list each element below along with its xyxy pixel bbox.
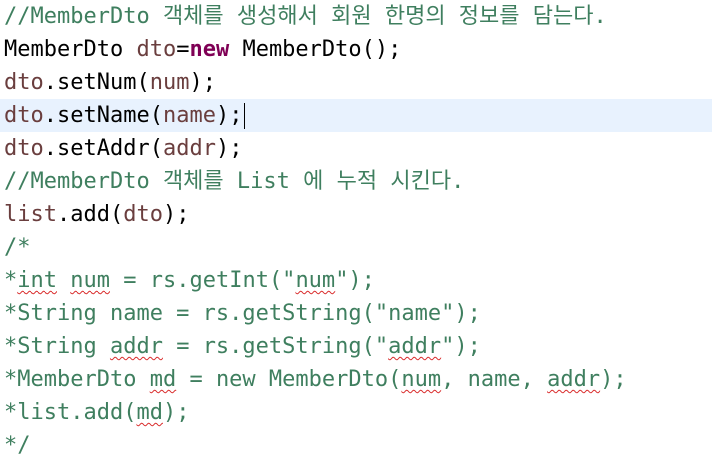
variable: list [4, 202, 57, 227]
comment: /* [4, 235, 31, 260]
code-line-9: *int num = rs.getInt("num"); [0, 264, 712, 297]
code-line-13: *list.add(md); [0, 396, 712, 429]
comment: //MemberDto 객체를 생성해서 회원 한명의 정보를 담는다. [4, 4, 607, 29]
operator: = [176, 37, 190, 62]
variable: addr [162, 136, 216, 161]
spelling-flagged-word: addr [547, 367, 601, 392]
comment: = new MemberDto( [176, 367, 402, 392]
comment: * [4, 268, 18, 293]
spelling-flagged-word: num [295, 268, 336, 293]
method-call: .setName( [43, 103, 163, 128]
comment: = rs.getInt(" [110, 268, 296, 293]
method-call: .setAddr( [43, 136, 163, 161]
comment: *String [4, 334, 110, 359]
method-call: .setNum( [43, 70, 150, 95]
comment: "); [335, 268, 375, 293]
code-text: MemberDto(); [229, 37, 402, 62]
code-line-10: *String name = rs.getString("name"); [0, 297, 712, 330]
comment: *list.add( [4, 400, 137, 425]
spelling-flagged-word: num [401, 367, 442, 392]
comment: ); [600, 367, 627, 392]
comment: "); [441, 334, 481, 359]
code-text: ); [189, 70, 216, 95]
code-text: ); [215, 136, 243, 161]
code-line-14: */ [0, 429, 712, 462]
code-text: ); [215, 103, 243, 128]
type-name: MemberDto [4, 37, 137, 62]
keyword: new [189, 37, 230, 62]
comment: ); [162, 400, 190, 425]
code-line-3: dto.setNum(num); [0, 66, 712, 99]
variable: num [149, 70, 190, 95]
comment: //MemberDto 객체를 List 에 누적 시킨다. [4, 169, 465, 194]
code-line-1: //MemberDto 객체를 생성해서 회원 한명의 정보를 담는다. [0, 0, 712, 33]
code-line-5: dto.setAddr(addr); [0, 132, 712, 165]
spelling-flagged-word: md [149, 367, 177, 392]
code-line-8: /* [0, 231, 712, 264]
variable: name [162, 103, 216, 128]
variable: dto [123, 202, 163, 227]
comment: , name, [441, 367, 548, 392]
code-line-7: list.add(dto); [0, 198, 712, 231]
spelling-flagged-word: num [70, 268, 110, 293]
code-line-11: *String addr = rs.getString("addr"); [0, 330, 712, 363]
text-caret [244, 103, 246, 129]
comment: */ [4, 433, 31, 458]
comment: = rs.getString(" [162, 334, 389, 359]
variable: dto [4, 103, 44, 128]
variable: dto [4, 70, 44, 95]
comment [57, 268, 70, 293]
code-line-4-current: dto.setName(name); [0, 99, 712, 132]
code-line-12: *MemberDto md = new MemberDto(num, name,… [0, 363, 712, 396]
variable: dto [136, 37, 177, 62]
spelling-flagged-word: md [136, 400, 163, 425]
variable: dto [4, 136, 44, 161]
spelling-flagged-word: addr [109, 334, 163, 359]
comment: *MemberDto [4, 367, 150, 392]
method-call: .add( [56, 202, 124, 227]
code-line-6: //MemberDto 객체를 List 에 누적 시킨다. [0, 165, 712, 198]
spelling-flagged-word: addr [388, 334, 442, 359]
code-editor[interactable]: //MemberDto 객체를 생성해서 회원 한명의 정보를 담는다. Mem… [0, 0, 712, 464]
comment: *String name = rs.getString("name"); [4, 301, 481, 326]
code-text: ); [162, 202, 190, 227]
spelling-flagged-word: int [17, 268, 57, 293]
code-line-2: MemberDto dto=new MemberDto(); [0, 33, 712, 66]
